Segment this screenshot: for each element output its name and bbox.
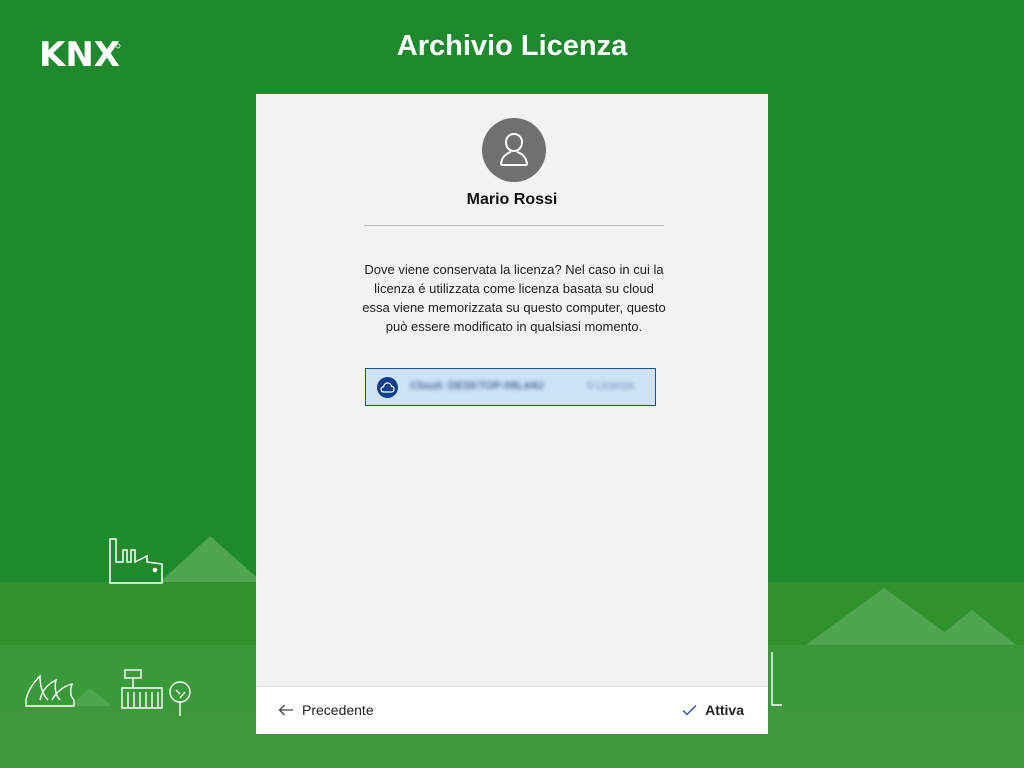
activate-button[interactable]: Attiva bbox=[682, 695, 744, 725]
back-button[interactable]: Precedente bbox=[274, 695, 378, 725]
cloud-icon-badge bbox=[377, 377, 398, 398]
checkmark-icon bbox=[682, 704, 697, 716]
avatar bbox=[482, 118, 546, 182]
arrow-left-icon bbox=[278, 704, 293, 716]
building-outline bbox=[771, 652, 782, 706]
back-button-label: Precedente bbox=[302, 702, 374, 718]
airport-tower-icon bbox=[121, 669, 163, 709]
tree-icon bbox=[169, 681, 191, 716]
user-name: Mario Rossi bbox=[466, 191, 558, 208]
activate-button-label: Attiva bbox=[705, 702, 744, 718]
storage-description: Dove viene conservata la licenza? Nel ca… bbox=[362, 262, 666, 334]
storage-option-label: Cloud: DESKTOP-09L44U bbox=[410, 380, 544, 392]
cloud-storage-option[interactable]: Cloud: DESKTOP-09L44U 0 Licenze bbox=[365, 368, 656, 406]
divider bbox=[364, 225, 664, 226]
cloud-icon bbox=[380, 382, 395, 393]
license-count: 0 Licenze bbox=[587, 380, 635, 392]
page-title: Archivio Licenza bbox=[396, 30, 628, 62]
factory-icon bbox=[109, 538, 163, 584]
opera-house-icon bbox=[25, 674, 75, 707]
user-icon bbox=[500, 132, 528, 166]
license-storage-panel: Mario Rossi Dove viene conservata la lic… bbox=[256, 94, 768, 734]
wizard-footer: Precedente Attiva bbox=[256, 686, 768, 734]
